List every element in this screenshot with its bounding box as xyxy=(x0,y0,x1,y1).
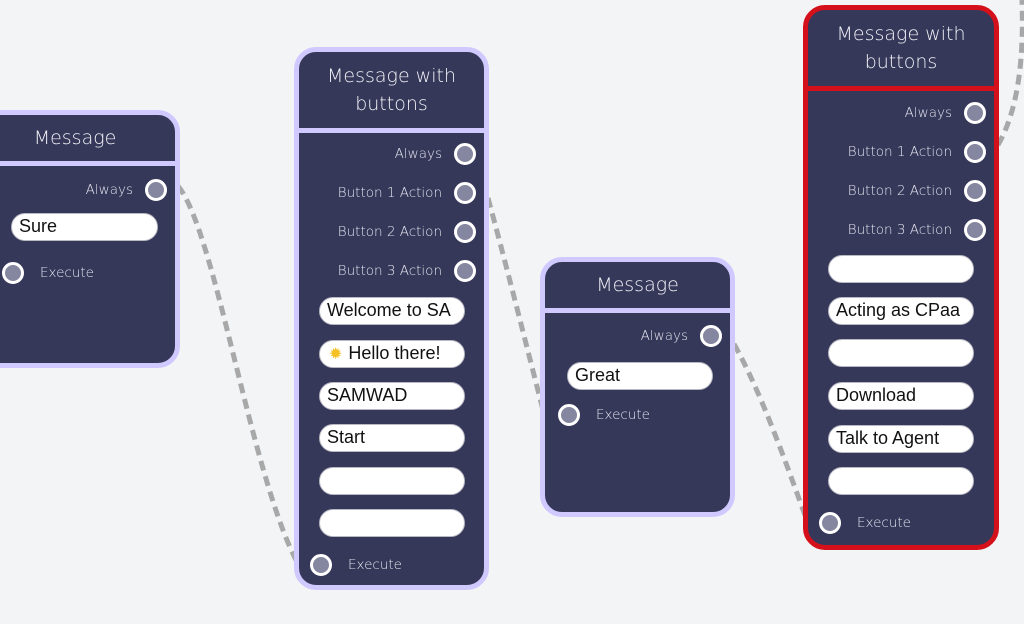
button-label-field[interactable] xyxy=(319,467,465,495)
button-label-field[interactable]: Talk to Agent xyxy=(828,425,974,453)
connector-node1-to-node2[interactable] xyxy=(176,184,299,562)
output-port-icon[interactable] xyxy=(454,182,476,204)
input-port-icon[interactable] xyxy=(310,554,332,576)
output-port-icon[interactable] xyxy=(454,260,476,282)
input-port-icon[interactable] xyxy=(558,404,580,426)
connector-node3-to-node4[interactable] xyxy=(731,342,809,519)
button-label-field[interactable]: SAMWAD xyxy=(319,382,465,410)
output-label: Button 2 Action xyxy=(337,224,442,240)
output-port-icon[interactable] xyxy=(964,219,986,241)
connector-node4-to-offscreen[interactable] xyxy=(995,0,1024,147)
message-text-field[interactable]: Sure xyxy=(11,213,158,241)
output-label: Always xyxy=(85,182,133,198)
button-label-field[interactable] xyxy=(828,467,974,495)
output-port-row: Button 2 Action xyxy=(338,220,476,244)
button-label-field[interactable] xyxy=(319,509,465,537)
output-port-row: Always xyxy=(905,101,986,125)
output-label: Always xyxy=(640,328,688,344)
output-port-row: Button 1 Action xyxy=(848,140,986,164)
output-port-row: Button 3 Action xyxy=(848,218,986,242)
output-label: Always xyxy=(394,146,442,162)
message-with-buttons-node[interactable]: Message with buttons Always Button 1 Act… xyxy=(294,47,489,590)
output-label: Button 3 Action xyxy=(337,263,442,279)
input-port-row: Execute xyxy=(2,261,94,285)
node-title: Message xyxy=(0,115,175,166)
input-port-icon[interactable] xyxy=(819,512,841,534)
button-label-field[interactable]: Download xyxy=(828,382,974,410)
button-label-field[interactable] xyxy=(828,339,974,367)
output-port-icon[interactable] xyxy=(454,143,476,165)
message-node[interactable]: Message Always Sure Execute xyxy=(0,110,180,368)
output-port-row: Always xyxy=(86,178,167,202)
output-port-icon[interactable] xyxy=(964,102,986,124)
button-label-field[interactable]: Start xyxy=(319,424,465,452)
output-port-row: Button 2 Action xyxy=(848,179,986,203)
output-port-row: Button 3 Action xyxy=(338,259,476,283)
output-port-icon[interactable] xyxy=(964,180,986,202)
field-text: Hello there! xyxy=(348,343,441,363)
message-node[interactable]: Message Always Great Execute xyxy=(540,257,735,517)
input-port-row: Execute xyxy=(819,511,911,535)
input-port-row: Execute xyxy=(558,403,650,427)
message-with-buttons-node-selected[interactable]: Message with buttons Always Button 1 Act… xyxy=(803,5,999,550)
message-text-field[interactable]: Welcome to SA xyxy=(319,297,465,325)
input-label: Execute xyxy=(857,515,911,531)
node-title: Message xyxy=(545,262,730,313)
output-port-icon[interactable] xyxy=(145,179,167,201)
output-label: Button 1 Action xyxy=(337,185,442,201)
input-label: Execute xyxy=(596,407,650,423)
message-text-field[interactable]: Great xyxy=(567,362,713,390)
output-port-row: Always xyxy=(395,142,476,166)
output-port-row: Button 1 Action xyxy=(338,181,476,205)
output-port-icon[interactable] xyxy=(454,221,476,243)
connector-node2-to-node3[interactable] xyxy=(485,197,546,411)
message-text-field[interactable] xyxy=(828,255,974,283)
output-label: Always xyxy=(904,105,952,121)
input-port-icon[interactable] xyxy=(2,262,24,284)
node-title: Message with buttons xyxy=(808,10,994,91)
message-text-field[interactable]: ✹ Hello there! xyxy=(319,340,465,368)
input-label: Execute xyxy=(348,557,402,573)
output-label: Button 3 Action xyxy=(847,222,952,238)
output-label: Button 2 Action xyxy=(847,183,952,199)
sparkle-star-icon: ✹ xyxy=(329,346,343,363)
input-port-row: Execute xyxy=(310,553,402,577)
output-port-icon[interactable] xyxy=(700,325,722,347)
output-port-icon[interactable] xyxy=(964,141,986,163)
output-label: Button 1 Action xyxy=(847,144,952,160)
output-port-row: Always xyxy=(641,324,722,348)
message-text-field[interactable]: Acting as CPaa xyxy=(828,297,974,325)
node-title: Message with buttons xyxy=(299,52,484,133)
input-label: Execute xyxy=(40,265,94,281)
